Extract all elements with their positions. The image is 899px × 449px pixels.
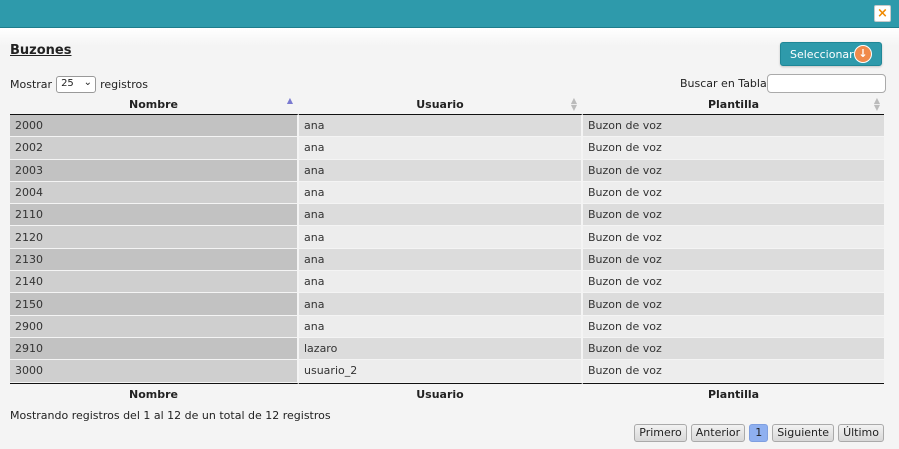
cell-plantilla: Buzon de voz [583,115,884,138]
column-footer-plantilla: Plantilla [583,382,884,406]
first-page-button[interactable]: Primero [634,424,687,442]
table-row[interactable]: 2140 ana Buzon de voz [10,271,884,294]
cell-plantilla: Buzon de voz [583,315,884,338]
column-header-nombre[interactable]: Nombre ▲ [10,94,299,115]
dialog-titlebar: × [0,0,899,28]
sort-icon: ▲ ▼ [873,96,880,112]
length-prefix: Mostrar [10,77,53,91]
cell-usuario: ana [299,204,583,227]
cell-usuario: ana [299,315,583,338]
table-row[interactable]: 2110 ana Buzon de voz [10,204,884,227]
sort-icon: ▲ ▼ [570,96,577,112]
column-header-plantilla[interactable]: Plantilla ▲ ▼ [583,94,884,115]
next-page-button[interactable]: Siguiente [772,424,835,442]
cell-usuario: ana [299,293,583,316]
column-header-usuario[interactable]: Usuario ▲ ▼ [299,94,583,115]
cell-nombre: 2150 [10,293,299,316]
table-info: Mostrando registros del 1 al 12 de un to… [10,409,331,422]
current-page-button[interactable]: 1 [749,424,769,442]
pagination: Primero Anterior 1 Siguiente Último [634,424,884,442]
cell-nombre: 2000 [10,115,299,138]
column-footer-usuario: Usuario [299,382,583,406]
cell-plantilla: Buzon de voz [583,271,884,294]
cell-nombre: 2120 [10,226,299,249]
cell-usuario: usuario_2 [299,360,583,383]
cell-nombre: 2002 [10,137,299,160]
cell-usuario: ana [299,181,583,205]
cell-nombre: 3000 [10,360,299,383]
cell-nombre: 2910 [10,337,299,361]
page-size-select[interactable]: 25 ⌄ [56,75,97,93]
table-row[interactable]: 2003 ana Buzon de voz [10,159,884,182]
cell-nombre: 2900 [10,315,299,338]
sort-asc-icon: ▲ [286,96,293,105]
table-footer-row: Nombre Usuario Plantilla [10,382,884,406]
cell-usuario: lazaro [299,337,583,361]
search-label: Buscar en Tabla: [680,77,771,90]
last-page-button[interactable]: Último [838,424,884,442]
table-row[interactable]: 2150 ana Buzon de voz [10,293,884,316]
table-row[interactable]: 2910 lazaro Buzon de voz [10,337,884,361]
cell-usuario: ana [299,226,583,249]
mailbox-table: Nombre ▲ Usuario ▲ ▼ Plantilla ▲ ▼ 2000 ana Buz… [10,94,884,406]
table-row[interactable]: 2900 ana Buzon de voz [10,315,884,338]
cell-plantilla: Buzon de voz [583,248,884,272]
cell-nombre: 2140 [10,271,299,294]
cell-plantilla: Buzon de voz [583,360,884,383]
length-suffix: registros [100,77,148,91]
cell-usuario: ana [299,271,583,294]
select-button[interactable]: Seleccionar ↓ [780,42,882,66]
page-title: Buzones [10,43,72,58]
table-row[interactable]: 2000 ana Buzon de voz [10,115,884,138]
close-button[interactable]: × [874,5,891,22]
previous-page-button[interactable]: Anterior [690,424,746,442]
arrow-down-icon: ↓ [854,45,872,63]
cell-usuario: ana [299,159,583,182]
cell-plantilla: Buzon de voz [583,226,884,249]
table-header-row: Nombre ▲ Usuario ▲ ▼ Plantilla ▲ ▼ [10,94,884,115]
table-row[interactable]: 2130 ana Buzon de voz [10,248,884,272]
table-row[interactable]: 2002 ana Buzon de voz [10,137,884,160]
close-icon: × [877,6,888,21]
cell-plantilla: Buzon de voz [583,181,884,205]
cell-plantilla: Buzon de voz [583,204,884,227]
cell-plantilla: Buzon de voz [583,137,884,160]
cell-nombre: 2004 [10,181,299,205]
cell-nombre: 2130 [10,248,299,272]
cell-usuario: ana [299,137,583,160]
chevron-down-icon: ⌄ [83,76,93,88]
cell-nombre: 2003 [10,159,299,182]
search-input[interactable] [767,74,886,93]
table-row[interactable]: 2004 ana Buzon de voz [10,181,884,205]
cell-usuario: ana [299,248,583,272]
cell-nombre: 2110 [10,204,299,227]
page-size-value: 25 [61,77,74,89]
cell-plantilla: Buzon de voz [583,293,884,316]
cell-usuario: ana [299,115,583,138]
cell-plantilla: Buzon de voz [583,337,884,361]
select-button-label: Seleccionar [790,48,854,61]
cell-plantilla: Buzon de voz [583,159,884,182]
length-control: Mostrar 25 ⌄ registros [10,75,148,93]
table-row[interactable]: 3000 usuario_2 Buzon de voz [10,360,884,383]
column-footer-nombre: Nombre [10,382,299,406]
table-row[interactable]: 2120 ana Buzon de voz [10,226,884,249]
